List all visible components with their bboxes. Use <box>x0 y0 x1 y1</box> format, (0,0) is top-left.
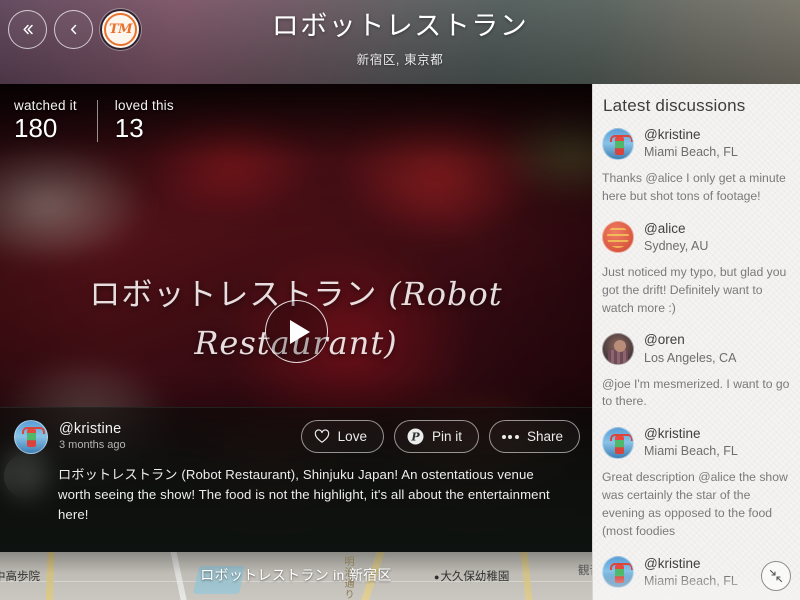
discussion-handle[interactable]: @kristine <box>644 426 738 442</box>
caption-author: @kristine 3 months ago <box>59 420 126 451</box>
ellipsis-icon <box>501 434 519 439</box>
discussion-header: @alice Sydney, AU <box>602 221 791 254</box>
discussion-location: Miami Beach, FL <box>644 145 738 160</box>
discussion-author: @oren Los Angeles, CA <box>644 332 736 365</box>
discussion-header: @kristine Miami Beach, FL <box>602 426 791 459</box>
page-subtitle: 新宿区, 東京都 <box>356 52 444 67</box>
double-chevron-left-icon <box>23 24 33 35</box>
discussion-avatar[interactable] <box>602 333 634 366</box>
caption-actions: Love P Pin it Share <box>300 420 580 453</box>
pinterest-icon: P <box>407 428 424 445</box>
pin-it-button[interactable]: P Pin it <box>393 420 479 453</box>
collapse-arrows-icon <box>769 569 783 583</box>
brand-logo-button[interactable]: TM <box>100 9 141 50</box>
collapse-panel-button[interactable] <box>761 561 791 591</box>
location-map-strip[interactable]: 明治通り 中高歩院 ●大久保幼稚園 観音 ロボットレストラン in 新宿区 <box>0 552 592 600</box>
discussion-author: @alice Sydney, AU <box>644 221 708 254</box>
discussion-location: Miami Beach, FL <box>644 444 738 459</box>
discussion-author: @kristine Miami Beach, FL <box>644 426 738 459</box>
share-button-label: Share <box>526 429 563 444</box>
love-button-label: Love <box>337 429 367 444</box>
heart-icon <box>314 429 329 443</box>
video-caption-bar: @kristine 3 months ago Love P Pin it Sha… <box>0 407 592 552</box>
discussion-location: Los Angeles, CA <box>644 350 737 365</box>
stat-loved-label: loved this <box>114 98 174 113</box>
discussion-header: @kristine Miami Beach, FL <box>602 127 791 160</box>
pin-it-button-label: Pin it <box>431 429 462 444</box>
header-nav-cluster: TM <box>8 9 141 50</box>
page-header: TM ロボットレストラン 新宿区, 東京都 <box>0 0 800 84</box>
discussion-body: Just noticed my typo, but glad you got t… <box>602 265 787 315</box>
brand-logo-mark: TM <box>104 13 137 46</box>
discussion-handle[interactable]: @oren <box>644 332 736 348</box>
discussion-item[interactable]: @alice Sydney, AU Just noticed my typo, … <box>593 221 800 318</box>
discussion-handle[interactable]: @alice <box>644 221 708 237</box>
discussion-author: @kristine Miami Beach, FL <box>644 556 738 589</box>
svg-text:P: P <box>410 431 420 444</box>
caption-timestamp: 3 months ago <box>59 439 126 451</box>
stat-watched: watched it 180 <box>0 98 97 146</box>
discussion-body: Great description @alice the show was ce… <box>602 470 788 538</box>
caption-avatar[interactable] <box>14 420 48 454</box>
share-button[interactable]: Share <box>488 420 580 453</box>
discussions-title: Latest discussions <box>603 96 746 115</box>
discussion-avatar[interactable] <box>602 426 634 459</box>
chevron-left-icon <box>70 24 77 35</box>
back-to-start-button[interactable] <box>8 10 47 49</box>
video-stats: watched it 180 loved this 13 <box>0 98 194 146</box>
map-center-label: ロボットレストラン in 新宿区 <box>200 567 392 583</box>
discussion-handle[interactable]: @kristine <box>644 556 738 572</box>
stat-watched-value: 180 <box>14 113 58 143</box>
discussion-handle[interactable]: @kristine <box>644 127 738 143</box>
discussion-avatar[interactable] <box>602 556 634 589</box>
discussion-item[interactable]: @kristine Miami Beach, FL Thanks @alice … <box>593 127 800 206</box>
caption-handle[interactable]: @kristine <box>59 421 126 437</box>
discussion-header: @oren Los Angeles, CA <box>602 332 791 366</box>
discussion-item[interactable]: @oren Los Angeles, CA @joe I'm mesmerize… <box>593 332 800 411</box>
back-button[interactable] <box>54 10 93 49</box>
play-triangle-icon <box>289 319 310 344</box>
stat-loved-value: 13 <box>114 113 144 143</box>
discussion-body: Thanks @alice I only get a minute here b… <box>602 171 786 203</box>
discussion-location: Miami Beach, FL <box>644 573 738 588</box>
discussion-avatar[interactable] <box>602 127 634 160</box>
video-stage[interactable]: watched it 180 loved this 13 ロボットレストラン (… <box>0 84 592 552</box>
discussion-avatar[interactable] <box>602 221 634 254</box>
discussions-panel[interactable]: Latest discussions @kristine Miami Beach… <box>592 84 800 600</box>
stat-loved: loved this 13 <box>96 98 194 146</box>
discussion-author: @kristine Miami Beach, FL <box>644 127 738 160</box>
caption-description: ロボットレストラン (Robot Restaurant), Shinjuku J… <box>58 467 550 523</box>
video-detail-page: TM ロボットレストラン 新宿区, 東京都 watched it 180 lov… <box>0 0 800 600</box>
stat-watched-label: watched it <box>14 98 77 113</box>
discussion-location: Sydney, AU <box>644 239 709 253</box>
love-button[interactable]: Love <box>300 420 384 453</box>
caption-header: @kristine 3 months ago Love P Pin it Sha… <box>0 408 592 454</box>
discussion-item[interactable]: @kristine Miami Beach, FL Great descript… <box>593 426 800 540</box>
play-button[interactable] <box>265 300 328 363</box>
discussion-body: @joe I'm mesmerized. I want to go to the… <box>602 376 790 409</box>
